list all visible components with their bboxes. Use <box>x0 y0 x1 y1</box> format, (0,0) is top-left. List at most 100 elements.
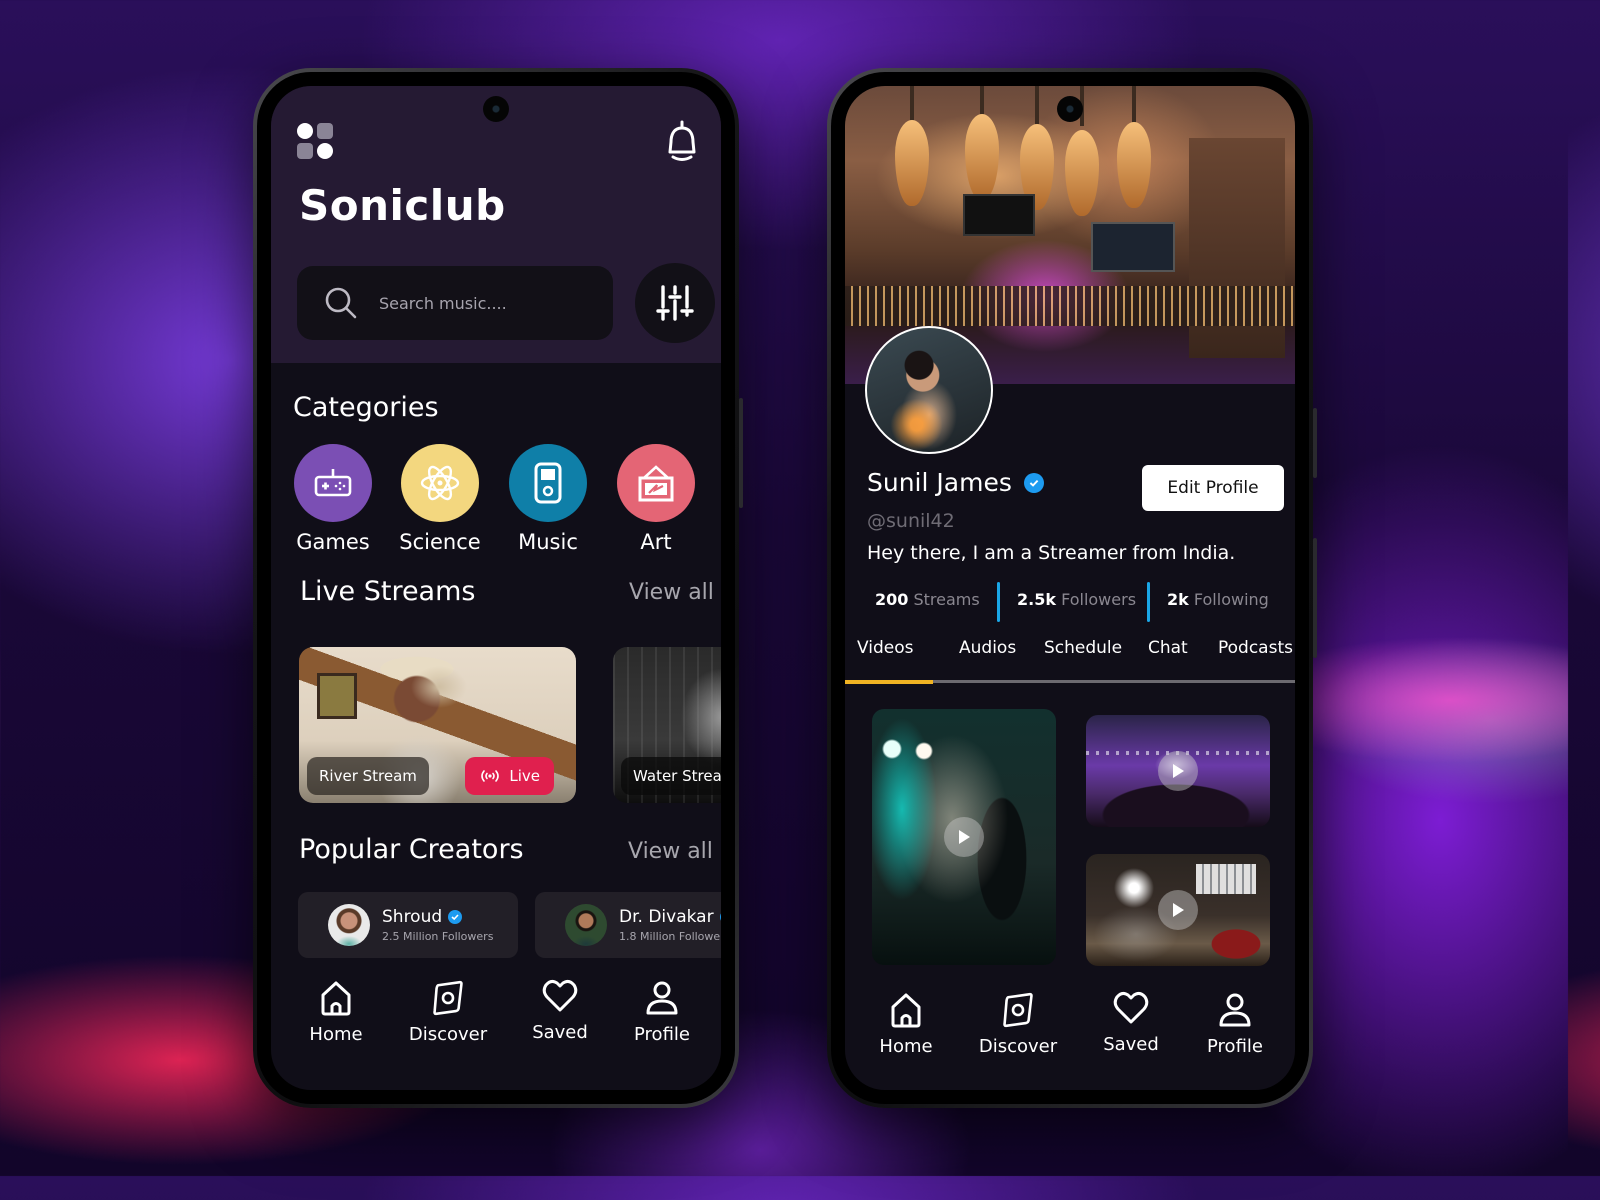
search-box[interactable] <box>297 266 613 340</box>
creator-name: Shroud <box>382 907 443 927</box>
nav-profile[interactable]: Profile <box>1180 992 1290 1057</box>
nav-saved[interactable]: Saved <box>505 978 615 1043</box>
live-streams-view-all-link[interactable]: View all <box>629 580 714 605</box>
picture-frame-icon <box>638 465 674 502</box>
app-title: Soniclub <box>299 181 506 230</box>
play-button[interactable] <box>1158 751 1198 791</box>
category-circle <box>401 444 479 522</box>
atom-icon <box>420 465 460 501</box>
phone-home-screen: Soniclub Search music.... Categories Gam… <box>253 68 743 1108</box>
play-button[interactable] <box>1158 890 1198 930</box>
profile-handle: @sunil42 <box>867 510 955 532</box>
creator-followers: 2.5 Million Followers <box>382 930 494 943</box>
category-science[interactable]: Science <box>390 444 490 554</box>
app-grid-icon[interactable] <box>297 123 337 163</box>
play-icon <box>1173 764 1184 778</box>
live-badge: Live <box>465 757 554 795</box>
creator-avatar <box>328 904 370 946</box>
video-thumbnail[interactable] <box>872 709 1056 965</box>
heart-icon <box>1113 991 1149 1024</box>
sliders-icon <box>656 285 694 321</box>
stat-unit: Followers <box>1061 590 1137 609</box>
heart-icon <box>542 979 578 1012</box>
popular-creators-title: Popular Creators <box>299 834 524 865</box>
tab-audios[interactable]: Audios <box>959 638 1016 658</box>
phone-side-button <box>1313 408 1317 478</box>
stat-value: 2k <box>1167 590 1189 609</box>
home-icon <box>891 993 921 1028</box>
creator-card[interactable]: Dr. Divakar 1.8 Million Followers <box>535 892 721 958</box>
category-music[interactable]: Music <box>498 444 598 554</box>
nav-home[interactable]: Home <box>851 992 961 1057</box>
gamepad-icon <box>314 469 352 497</box>
active-tab-indicator <box>845 680 933 684</box>
tab-videos[interactable]: Videos <box>857 638 914 658</box>
user-icon <box>646 981 678 1015</box>
tab-chat[interactable]: Chat <box>1148 638 1188 658</box>
nav-label: Saved <box>1103 1034 1159 1055</box>
bell-icon[interactable] <box>665 120 699 164</box>
live-stream-card[interactable]: Water Stream <box>613 647 721 803</box>
nav-label: Home <box>309 1024 363 1045</box>
creator-avatar <box>565 904 607 946</box>
play-button[interactable] <box>944 817 984 857</box>
front-camera <box>1057 96 1083 122</box>
category-games[interactable]: Games <box>283 444 383 554</box>
discover-icon <box>433 980 463 1016</box>
user-icon <box>1219 993 1251 1027</box>
search-icon <box>325 287 357 319</box>
category-label: Art <box>640 530 672 554</box>
stat-divider <box>997 582 1000 622</box>
nav-label: Discover <box>408 1024 488 1045</box>
nav-label: Profile <box>634 1024 690 1045</box>
category-art[interactable]: Art <box>606 444 706 554</box>
profile-avatar[interactable] <box>865 326 993 454</box>
popular-creators-view-all-link[interactable]: View all <box>628 839 713 864</box>
categories-title: Categories <box>293 392 439 423</box>
stat-unit: Streams <box>913 590 980 609</box>
nav-profile[interactable]: Profile <box>607 980 717 1045</box>
discover-icon <box>1003 992 1033 1028</box>
stat-value: 2.5k <box>1017 590 1056 609</box>
profile-stats: 200 Streams 2.5k Followers 2k Following <box>845 582 1295 622</box>
stat-divider <box>1147 582 1150 622</box>
phone-bezel: Sunil James Edit Profile @sunil42 Hey th… <box>831 72 1309 1104</box>
live-stream-card[interactable]: River Stream Live <box>299 647 576 803</box>
bottom-nav: Home Discover Saved Profile <box>271 978 721 1070</box>
verified-badge-icon <box>719 910 721 924</box>
phone-side-button <box>1313 538 1317 658</box>
live-streams-title: Live Streams <box>300 576 476 607</box>
creator-card[interactable]: Shroud 2.5 Million Followers <box>298 892 518 958</box>
phone-profile-screen: Sunil James Edit Profile @sunil42 Hey th… <box>827 68 1317 1108</box>
phone-side-button <box>739 398 743 508</box>
profile-screen: Sunil James Edit Profile @sunil42 Hey th… <box>845 86 1295 1090</box>
stat-streams[interactable]: 200 Streams <box>875 590 980 609</box>
search-input[interactable] <box>379 293 599 313</box>
live-label: Live <box>509 767 540 785</box>
phone-bezel: Soniclub Search music.... Categories Gam… <box>257 72 735 1104</box>
stream-title: River Stream <box>307 757 429 795</box>
tab-podcasts[interactable]: Podcasts <box>1218 638 1293 658</box>
stat-following[interactable]: 2k Following <box>1167 590 1269 609</box>
tab-schedule[interactable]: Schedule <box>1044 638 1122 658</box>
filter-button[interactable] <box>635 263 715 343</box>
nav-discover[interactable]: Discover <box>393 980 503 1045</box>
nav-home[interactable]: Home <box>281 980 391 1045</box>
nav-discover[interactable]: Discover <box>963 992 1073 1057</box>
play-icon <box>959 830 970 844</box>
stat-followers[interactable]: 2.5k Followers <box>1017 590 1136 609</box>
video-thumbnail[interactable] <box>1086 715 1270 827</box>
edit-profile-button[interactable]: Edit Profile <box>1142 465 1284 511</box>
nav-saved[interactable]: Saved <box>1076 990 1186 1055</box>
home-screen: Soniclub Search music.... Categories Gam… <box>271 86 721 1090</box>
video-thumbnail[interactable] <box>1086 854 1270 966</box>
verified-badge-icon <box>1023 472 1044 493</box>
category-label: Games <box>296 530 370 554</box>
nav-label: Saved <box>532 1022 588 1043</box>
profile-name: Sunil James <box>867 468 1012 497</box>
profile-name-row: Sunil James <box>867 468 1044 497</box>
play-icon <box>1173 903 1184 917</box>
broadcast-icon <box>481 770 500 782</box>
nav-label: Profile <box>1207 1036 1263 1057</box>
category-label: Science <box>399 530 481 554</box>
